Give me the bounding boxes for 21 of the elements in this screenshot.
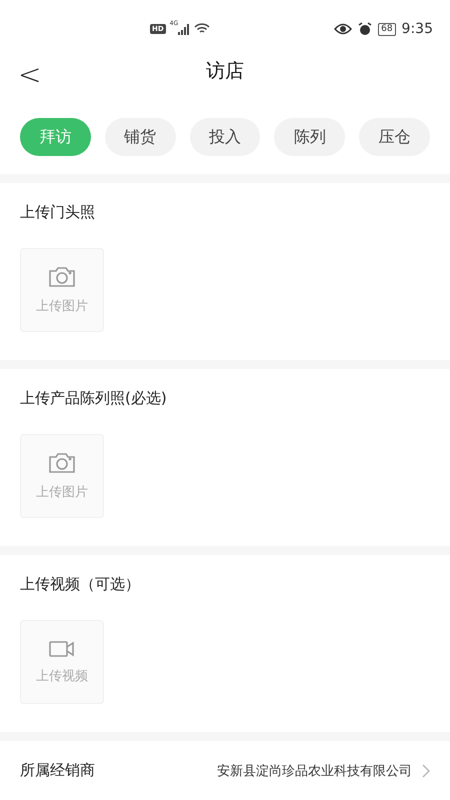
wifi-icon [194, 23, 210, 36]
page-title: 访店 [206, 59, 244, 84]
alarm-icon [358, 22, 372, 36]
chevron-right-icon [422, 764, 430, 778]
category-tab[interactable]: 陈列 [274, 118, 346, 156]
clock-time: 9:35 [402, 21, 433, 38]
camera-icon [48, 451, 76, 476]
distributor-selector[interactable]: 安新县淀尚珍品农业科技有限公司 [217, 762, 430, 780]
category-tab[interactable]: 铺货 [104, 118, 176, 156]
battery-level: 68 [378, 22, 396, 36]
section-title: 上传门头照 [20, 203, 96, 222]
video-camera-icon [48, 639, 76, 660]
section-title: 上传视频（可选） [20, 575, 141, 594]
eye-icon [334, 23, 352, 36]
section-title: 上传产品陈列照(必选) [20, 389, 168, 408]
signal-icon [178, 24, 190, 35]
camera-icon [48, 265, 76, 290]
category-tab[interactable]: 投入 [190, 118, 260, 156]
field-label: 所属经销商 [20, 761, 95, 780]
category-tab[interactable]: 压仓 [359, 118, 430, 156]
back-button[interactable]: < [14, 58, 46, 92]
